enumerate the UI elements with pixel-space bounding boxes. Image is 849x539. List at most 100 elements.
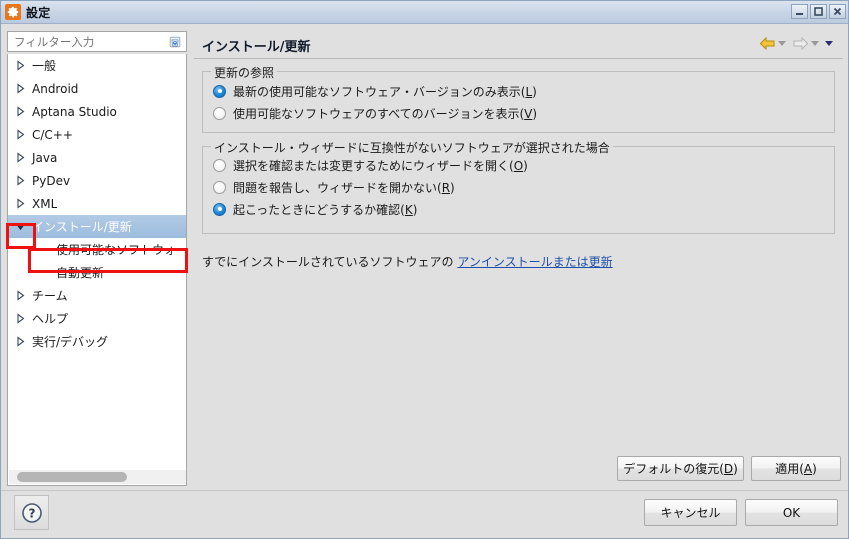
apply-suffix: ) <box>812 461 817 476</box>
close-button[interactable] <box>829 4 846 19</box>
update-search-group: 更新の参照 最新の使用可能なソフトウェア・バージョンのみ表示(L) 使用可能なソフ… <box>202 64 835 133</box>
close-icon <box>833 7 842 16</box>
gear-icon-glyph <box>7 6 19 18</box>
tree-item-label: 自動更新 <box>56 266 105 280</box>
expand-arrow-icon[interactable] <box>12 312 28 325</box>
tree-item-label: 使用可能なソフトウォ <box>56 243 177 257</box>
cancel-button[interactable]: キャンセル <box>644 499 737 526</box>
collapse-arrow-icon[interactable] <box>12 220 28 233</box>
update-search-option-label: 最新の使用可能なソフトウェア・バージョンのみ表示(L) <box>233 84 537 99</box>
expand-arrow-icon[interactable] <box>12 151 28 164</box>
preferences-tree[interactable]: 一般 Android Aptana Studio C/C++ Java PyDev XML イ… <box>7 54 187 486</box>
radio-button[interactable] <box>213 180 226 194</box>
apply-button[interactable]: 適用(A) <box>751 456 841 481</box>
window-controls <box>791 4 846 19</box>
tree-item-3[interactable]: C/C++ <box>8 123 186 146</box>
uninstall-or-update-link[interactable]: アンインストールまたは更新 <box>457 255 612 269</box>
maximize-button[interactable] <box>810 4 827 19</box>
minimize-icon <box>796 13 803 15</box>
tree-item-0[interactable]: 一般 <box>8 54 186 77</box>
title-divider <box>194 58 843 59</box>
expand-arrow-icon[interactable] <box>12 335 28 348</box>
expand-arrow-icon[interactable] <box>12 82 28 95</box>
mnemonic: K <box>404 202 413 217</box>
scrollbar-thumb[interactable] <box>17 472 127 482</box>
update-search-option-label: 使用可能なソフトウェアのすべてのバージョンを表示(V) <box>233 106 538 121</box>
update-search-group-title: 更新の参照 <box>211 64 278 81</box>
expand-arrow-icon[interactable] <box>12 128 28 141</box>
title-bar: 設定 <box>1 1 848 24</box>
gear-icon <box>5 4 21 20</box>
tree-item-5[interactable]: PyDev <box>8 169 186 192</box>
ok-button[interactable]: OK <box>745 499 838 526</box>
tree-item-label: 実行/デバッグ <box>32 335 109 349</box>
tree-item-10[interactable]: チーム <box>8 284 186 307</box>
tree-item-label: ヘルプ <box>32 312 69 326</box>
incompatible-software-option-0[interactable]: 選択を確認または変更するためにウィザードを開く(O) <box>213 154 834 176</box>
tree-item-1[interactable]: Android <box>8 77 186 100</box>
minimize-button[interactable] <box>791 4 808 19</box>
tree-item-label: Android <box>32 81 79 96</box>
tree-item-label: Java <box>32 150 58 165</box>
radio-button[interactable] <box>213 106 226 120</box>
incompatible-software-group: インストール・ウィザードに互換性がないソフトウェアが選択された場合 選択を確認ま… <box>202 139 835 234</box>
radio-button[interactable] <box>213 84 226 98</box>
tree-item-12[interactable]: 実行/デバッグ <box>8 330 186 353</box>
tree-item-8[interactable]: 使用可能なソフトウォ <box>8 238 186 261</box>
tree-item-6[interactable]: XML <box>8 192 186 215</box>
back-arrow-icon[interactable] <box>759 36 776 51</box>
tree-item-2[interactable]: Aptana Studio <box>8 100 186 123</box>
radio-button[interactable] <box>213 158 226 172</box>
tree-item-label: XML <box>32 196 58 211</box>
maximize-icon <box>814 7 823 16</box>
preferences-dialog: 設定 一般AndroidAptana Studi <box>0 0 849 539</box>
filter-box <box>7 31 187 52</box>
tree-item-label: チーム <box>32 289 68 303</box>
tree-rows: 一般 Android Aptana Studio C/C++ Java PyDev XML イ… <box>8 54 186 353</box>
expand-arrow-icon[interactable] <box>12 59 28 72</box>
help-button[interactable]: ? <box>14 495 49 530</box>
tree-item-11[interactable]: ヘルプ <box>8 307 186 330</box>
expand-arrow-icon[interactable] <box>12 174 28 187</box>
restore-defaults-suffix: ) <box>733 461 738 476</box>
tree-item-7[interactable]: インストール/更新 <box>8 215 186 238</box>
preferences-tree-panel: 一般 Android Aptana Studio C/C++ Java PyDev XML イ… <box>7 31 187 486</box>
svg-text:?: ? <box>28 506 35 520</box>
tree-item-label: PyDev <box>32 173 71 188</box>
update-search-option-1[interactable]: 使用可能なソフトウェアのすべてのバージョンを表示(V) <box>213 102 834 124</box>
restore-defaults-button[interactable]: デフォルトの復元(D) <box>617 456 744 481</box>
expand-arrow-icon[interactable] <box>12 105 28 118</box>
tree-horizontal-scrollbar[interactable] <box>9 470 186 484</box>
incompatible-software-option-2[interactable]: 起こったときにどうするか確認(K) <box>213 198 834 220</box>
expand-arrow-icon[interactable] <box>12 289 28 302</box>
tree-item-4[interactable]: Java <box>8 146 186 169</box>
radio-button[interactable] <box>213 202 226 216</box>
tree-item-label: C/C++ <box>32 127 73 142</box>
apply-mnemonic: A <box>803 461 813 476</box>
already-installed-line: すでにインストールされているソフトウェアの アンインストールまたは更新 <box>202 253 613 270</box>
dropdown-arrow-icon[interactable] <box>825 41 833 46</box>
forward-arrow-icon <box>793 36 809 51</box>
tree-item-label: インストール/更新 <box>32 220 132 234</box>
page-title: インストール/更新 <box>202 40 311 55</box>
incompatible-software-group-title: インストール・ウィザードに互換性がないソフトウェアが選択された場合 <box>211 139 613 156</box>
restore-defaults-mnemonic: D <box>723 461 734 476</box>
mnemonic: O <box>513 158 524 173</box>
back-dropdown-icon[interactable] <box>778 41 786 46</box>
incompatible-software-option-label: 問題を報告し、ウィザードを開かない(R) <box>233 180 455 195</box>
update-search-option-0[interactable]: 最新の使用可能なソフトウェア・バージョンのみ表示(L) <box>213 80 834 102</box>
footer-divider <box>1 490 848 491</box>
forward-dropdown-icon <box>811 41 819 46</box>
clear-filter-icon[interactable] <box>168 35 182 49</box>
content-panel: インストール/更新 更新の参照 最新の使用可能なソフトウェア・バージョンのみ表示… <box>194 31 843 486</box>
incompatible-software-option-label: 選択を確認または変更するためにウィザードを開く(O) <box>233 158 528 173</box>
update-search-options: 最新の使用可能なソフトウェア・バージョンのみ表示(L) 使用可能なソフトウェアのす… <box>203 72 834 124</box>
tree-item-9[interactable]: 自動更新 <box>8 261 186 284</box>
expand-arrow-icon[interactable] <box>12 197 28 210</box>
tree-item-label: Aptana Studio <box>32 104 117 119</box>
incompatible-software-option-1[interactable]: 問題を報告し、ウィザードを開かない(R) <box>213 176 834 198</box>
tree-item-label: 一般 <box>32 59 57 73</box>
filter-input[interactable] <box>8 32 156 51</box>
restore-defaults-label: デフォルトの復元( <box>623 462 724 476</box>
incompatible-software-option-label: 起こったときにどうするか確認(K) <box>233 202 418 217</box>
